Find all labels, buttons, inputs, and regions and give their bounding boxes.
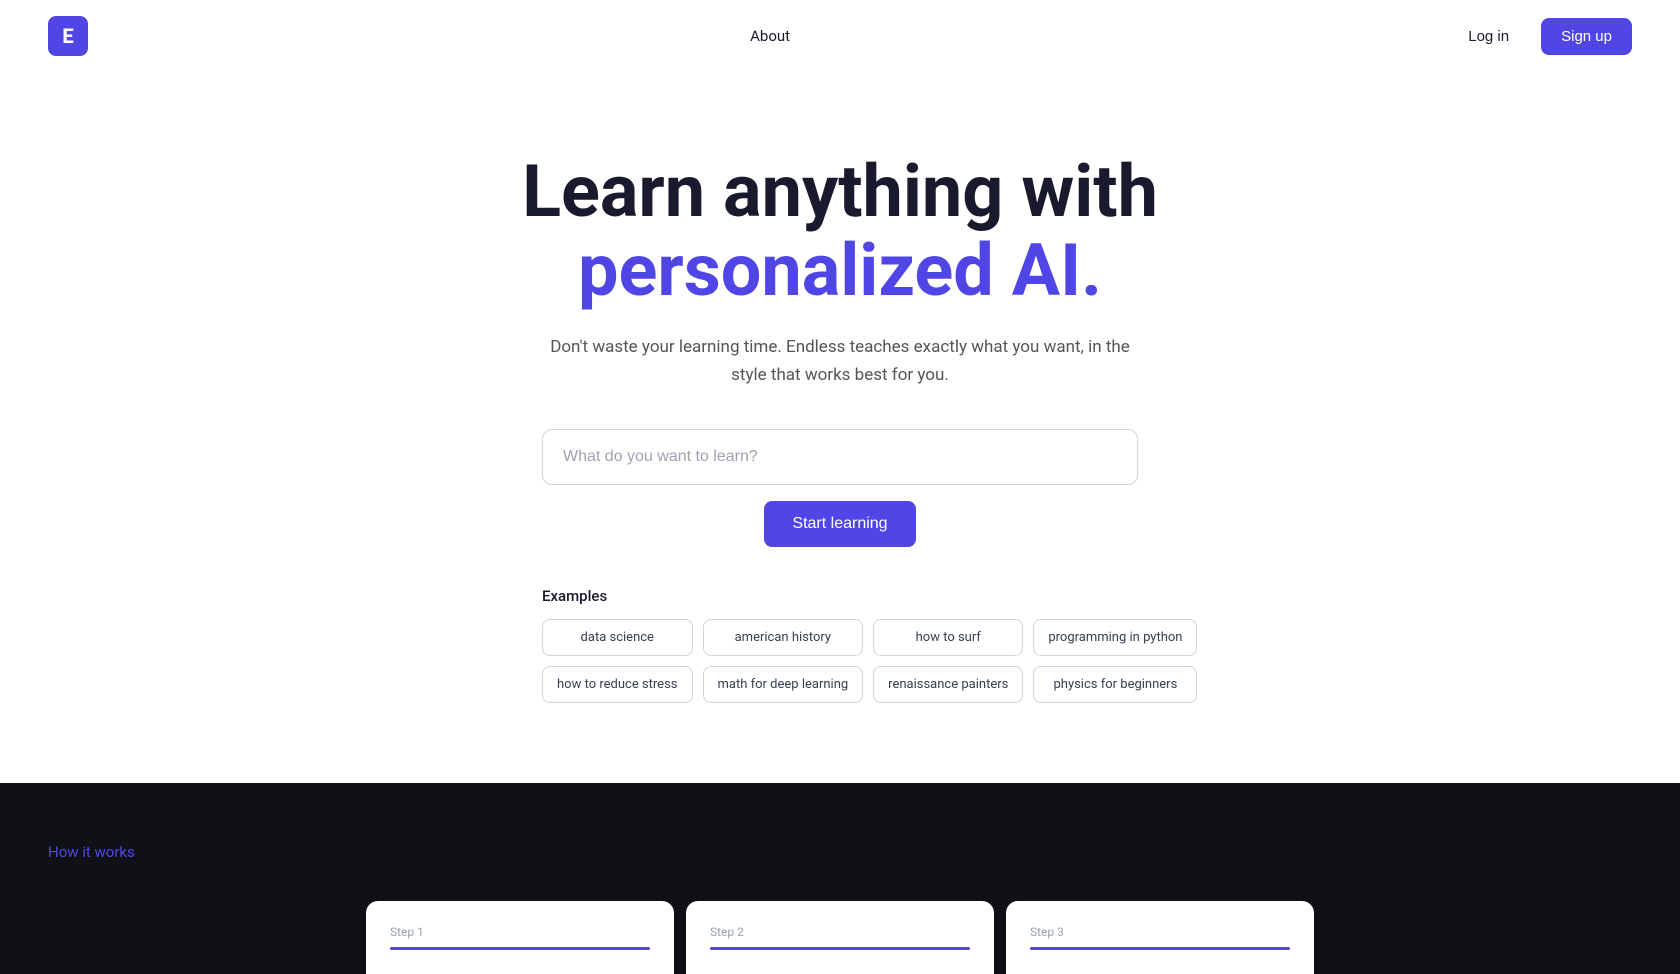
- example-chip-reduce-stress[interactable]: how to reduce stress: [542, 666, 693, 703]
- step-card-3: Step 3: [1006, 901, 1314, 974]
- signup-button[interactable]: Sign up: [1541, 18, 1632, 55]
- example-chip-data-science[interactable]: data science: [542, 619, 693, 656]
- example-chip-how-to-surf[interactable]: how to surf: [873, 619, 1023, 656]
- step-card-2: Step 2: [686, 901, 994, 974]
- logo[interactable]: E: [48, 16, 88, 56]
- search-container: [542, 429, 1138, 485]
- example-chip-physics-beginners[interactable]: physics for beginners: [1033, 666, 1197, 703]
- how-it-works-label: How it works: [48, 843, 1632, 861]
- hero-title-line1: Learn anything with: [522, 149, 1158, 234]
- step2-label: Step 2: [710, 925, 970, 939]
- examples-section: Examples data science american history h…: [542, 587, 1138, 703]
- navbar: E About Log in Sign up: [0, 0, 1680, 72]
- login-button[interactable]: Log in: [1452, 20, 1525, 53]
- search-input[interactable]: [542, 429, 1138, 485]
- logo-text: E: [62, 24, 73, 48]
- step3-progress: [1030, 947, 1290, 950]
- examples-label: Examples: [542, 587, 1138, 605]
- hero-title-line2: personalized AI.: [578, 228, 1102, 313]
- hero-title: Learn anything with personalized AI.: [522, 152, 1158, 310]
- nav-links: About: [750, 27, 790, 45]
- nav-link-about[interactable]: About: [750, 27, 790, 45]
- nav-right: Log in Sign up: [1452, 18, 1632, 55]
- step1-progress: [390, 947, 650, 950]
- steps-row: Step 1 Step 2 Step 3: [360, 901, 1320, 974]
- example-chip-renaissance-painters[interactable]: renaissance painters: [873, 666, 1023, 703]
- examples-grid: data science american history how to sur…: [542, 619, 1138, 703]
- start-learning-button[interactable]: Start learning: [764, 501, 915, 547]
- hero-subtitle: Don't waste your learning time. Endless …: [550, 334, 1130, 388]
- example-chip-math-deep-learning[interactable]: math for deep learning: [703, 666, 864, 703]
- step2-progress: [710, 947, 970, 950]
- step-card-1: Step 1: [366, 901, 674, 974]
- example-chip-american-history[interactable]: american history: [703, 619, 864, 656]
- step3-label: Step 3: [1030, 925, 1290, 939]
- example-chip-programming-python[interactable]: programming in python: [1033, 619, 1197, 656]
- step1-label: Step 1: [390, 925, 650, 939]
- how-it-works-section: How it works Step 1 Step 2 Step 3: [0, 783, 1680, 974]
- hero-section: Learn anything with personalized AI. Don…: [0, 72, 1680, 783]
